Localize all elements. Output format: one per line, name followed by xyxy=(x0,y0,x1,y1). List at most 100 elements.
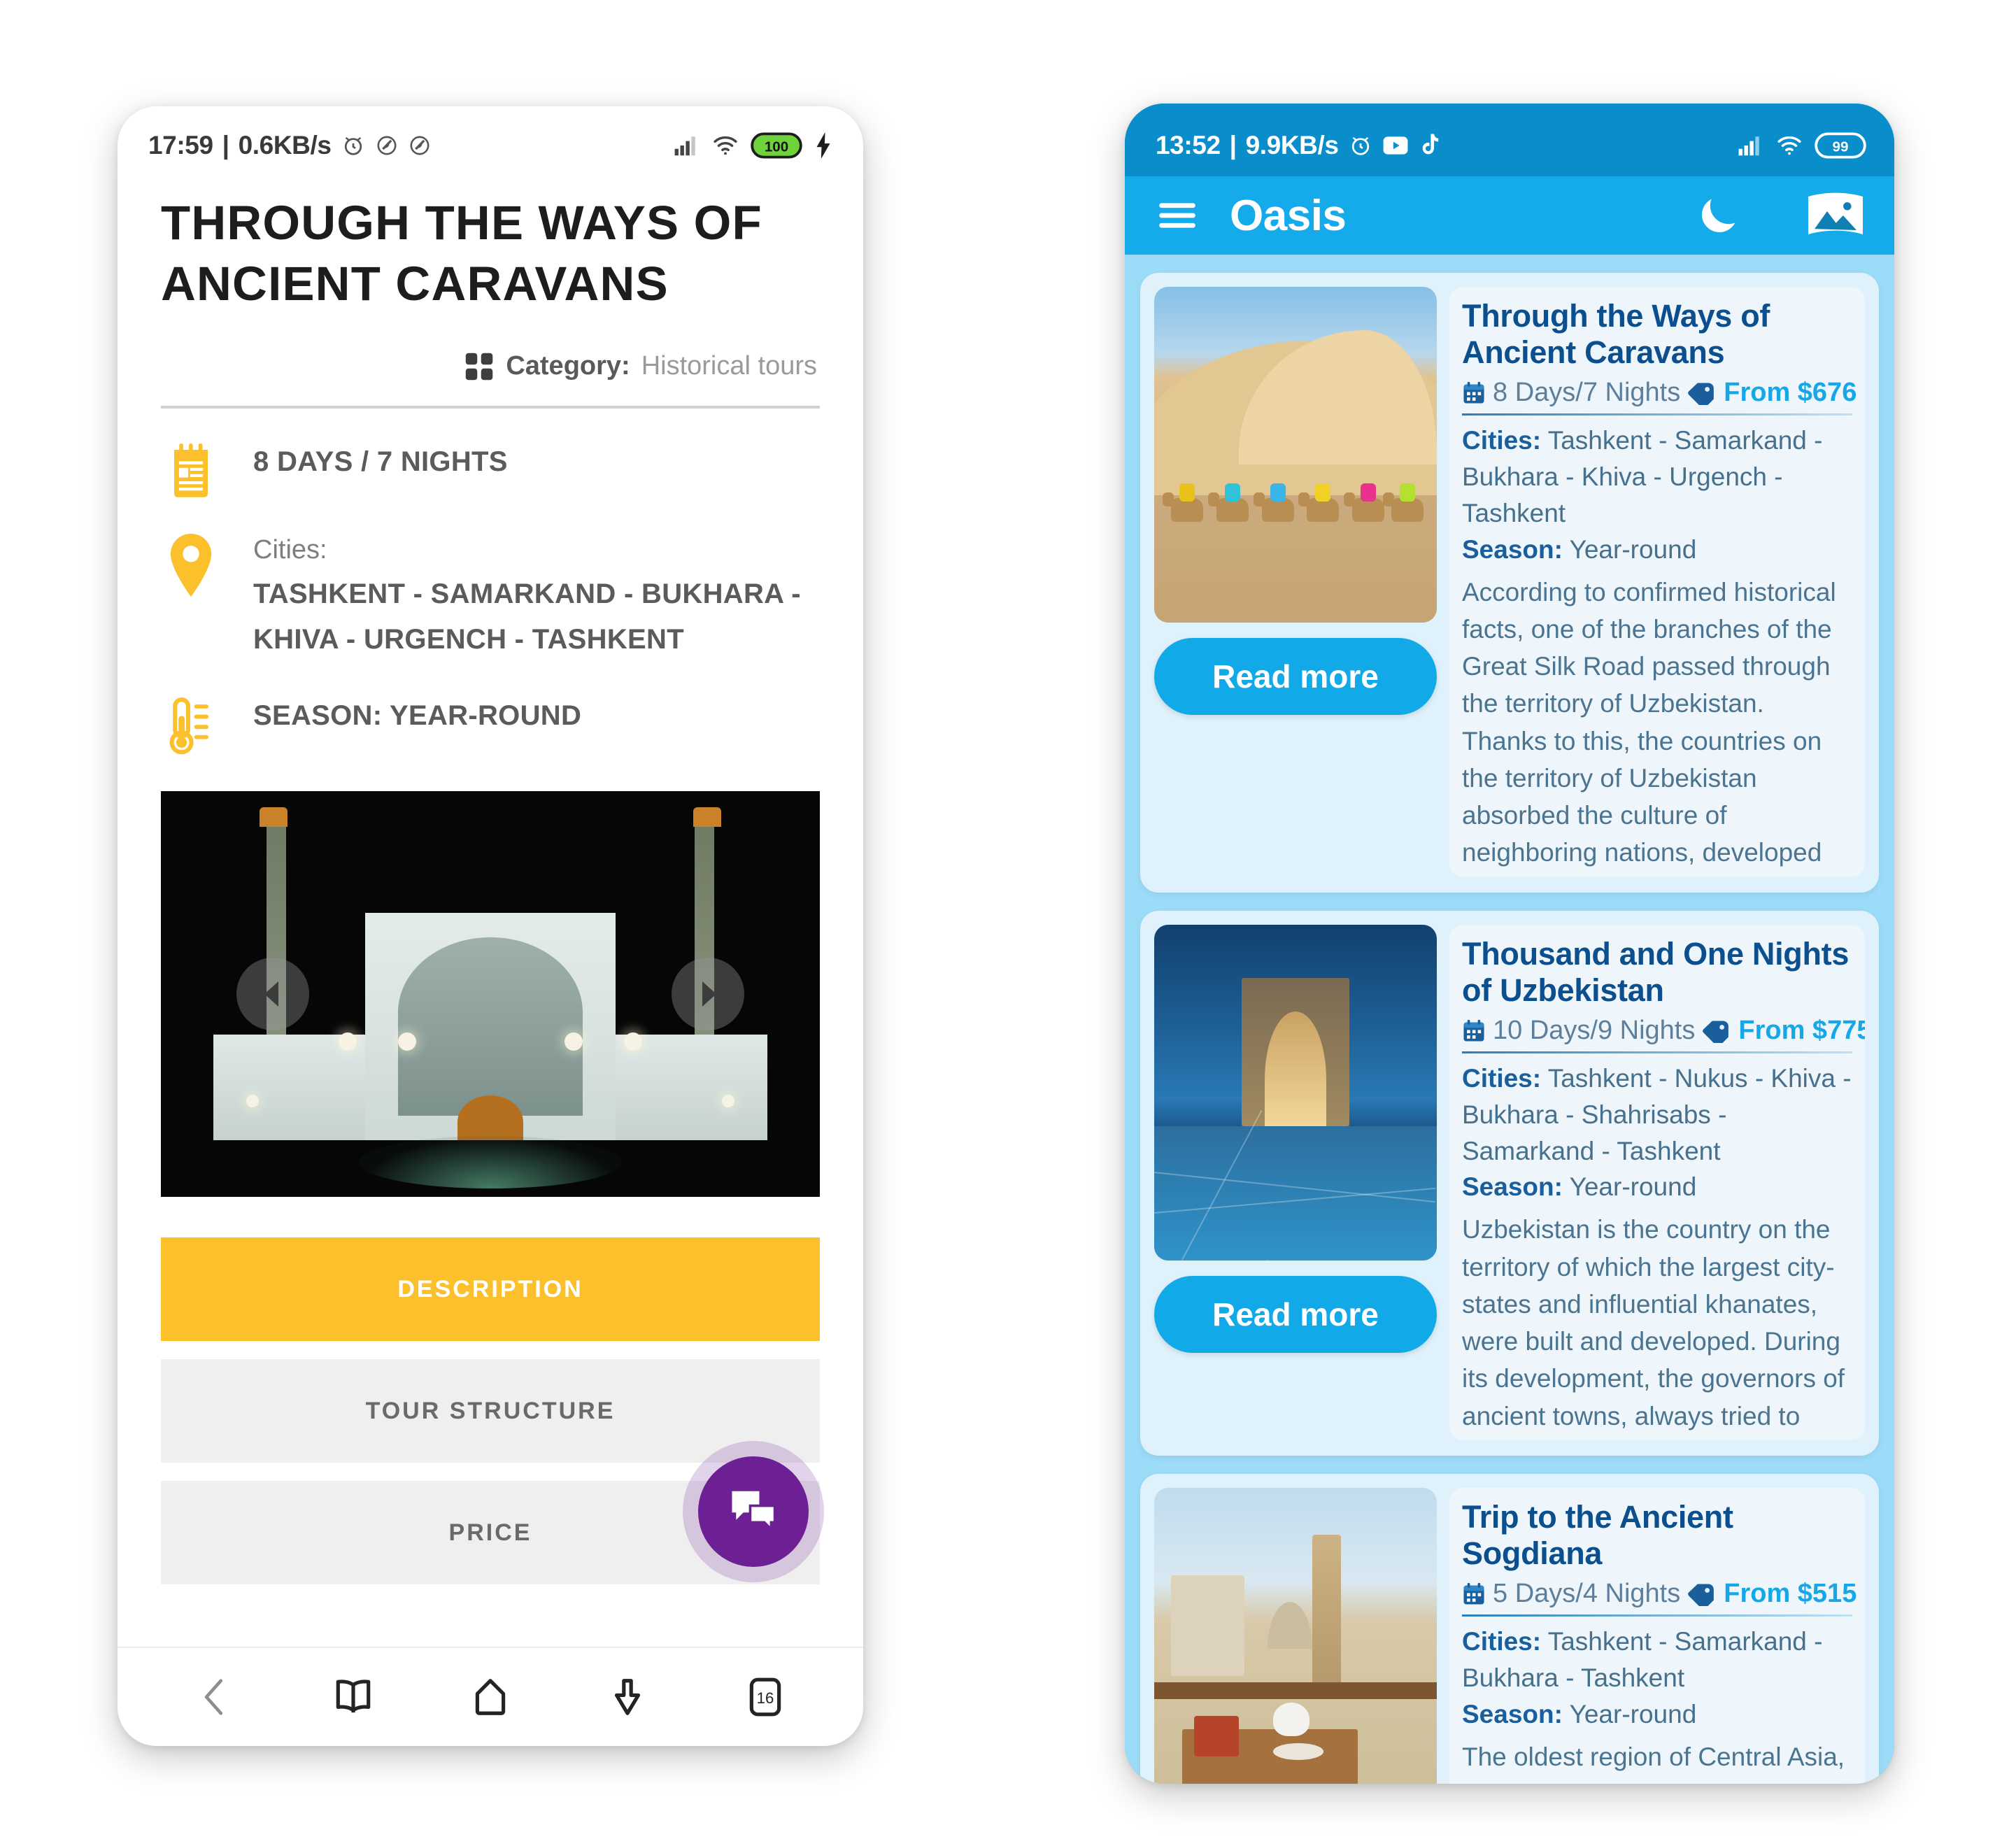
card-price-group: From $775 xyxy=(1702,1016,1865,1046)
info-season-text: SEASON: YEAR-ROUND xyxy=(253,700,582,732)
home-icon[interactable] xyxy=(469,1675,512,1719)
card-description: According to confirmed historical facts,… xyxy=(1462,577,1836,867)
read-more-button[interactable]: Read more xyxy=(1154,638,1437,715)
gallery-prev-button[interactable] xyxy=(236,958,309,1031)
chevron-right-icon xyxy=(691,977,725,1011)
category-row: Category: Historical tours xyxy=(161,351,820,382)
card-season-value: Year-round xyxy=(1569,1699,1697,1728)
svg-text:100: 100 xyxy=(765,139,788,155)
tab-tour-structure[interactable]: TOUR STRUCTURE xyxy=(161,1359,820,1463)
desert-camel-caravan-image xyxy=(1154,287,1437,623)
dark-mode-toggle[interactable] xyxy=(1694,191,1743,240)
card-thumbnail[interactable] xyxy=(1154,1487,1437,1784)
phone-right: 13:52 | 9.9KB/s 99 Oasis Read more Throu… xyxy=(1125,104,1894,1784)
read-more-button[interactable]: Read more xyxy=(1154,1275,1437,1353)
card-meta-row: 8 Days/7 Nights From $676 xyxy=(1462,378,1857,408)
card-media-column: Read more xyxy=(1154,1487,1437,1784)
tour-card[interactable]: Read more Trip to the Ancient Sogdiana xyxy=(1140,1473,1879,1784)
price-tag-icon xyxy=(1687,381,1715,405)
mute-icon xyxy=(408,134,432,157)
category-label: Category: xyxy=(506,351,630,381)
card-body: Trip to the Ancient Sogdiana 5 Days/4 Ni… xyxy=(1449,1487,1865,1784)
tabs-count-icon[interactable]: 16 xyxy=(744,1675,787,1719)
tiktok-icon xyxy=(1418,133,1440,158)
card-description: Uzbekistan is the country on the territo… xyxy=(1462,1215,1845,1430)
card-rule xyxy=(1462,413,1852,416)
battery-icon: 99 xyxy=(1815,132,1866,159)
mute-icon xyxy=(375,134,399,157)
status-network-speed: 0.6KB/s xyxy=(238,131,332,159)
card-title: Through the Ways of Ancient Caravans xyxy=(1462,298,1770,371)
price-tag-icon xyxy=(1687,1582,1715,1606)
svg-text:99: 99 xyxy=(1833,139,1849,155)
tour-card[interactable]: Read more Thousand and One Nights of Uzb… xyxy=(1140,910,1879,1456)
download-arrow-icon[interactable] xyxy=(606,1675,649,1719)
calendar-icon xyxy=(1462,1019,1486,1043)
gallery-button[interactable] xyxy=(1806,192,1865,239)
tour-gallery[interactable] xyxy=(161,791,820,1198)
status-left-group: 17:59 | 0.6KB/s xyxy=(148,131,432,160)
thermometer-icon xyxy=(161,693,221,755)
chevron-left-icon xyxy=(256,977,290,1011)
status-network-speed: 9.9KB/s xyxy=(1245,131,1339,159)
left-status-bar: 17:59 | 0.6KB/s 100 xyxy=(118,106,863,173)
card-season-label: Season: xyxy=(1462,1699,1563,1728)
card-thumbnail[interactable] xyxy=(1154,287,1437,623)
youtube-icon xyxy=(1382,135,1409,156)
tour-card[interactable]: Read more Through the Ways of Ancient Ca… xyxy=(1140,273,1879,893)
card-season-value: Year-round xyxy=(1569,534,1697,564)
card-season-line: Season: Year-round xyxy=(1462,1169,1852,1205)
calendar-icon xyxy=(1462,1582,1486,1606)
bukhara-terrace-view-image xyxy=(1154,1487,1437,1784)
card-media-column: Read more xyxy=(1154,924,1437,1440)
card-body: Thousand and One Nights of Uzbekistan 10… xyxy=(1449,924,1865,1440)
card-price-group: From $515 xyxy=(1687,1579,1857,1609)
status-left-group: 13:52 | 9.9KB/s xyxy=(1156,131,1440,160)
wifi-icon xyxy=(1776,134,1803,157)
book-icon[interactable] xyxy=(332,1675,375,1719)
app-title: Oasis xyxy=(1230,191,1347,240)
card-body: Through the Ways of Ancient Caravans 8 D… xyxy=(1449,287,1865,877)
info-row-season: SEASON: YEAR-ROUND xyxy=(161,693,820,755)
screenshot-canvas: 17:59 | 0.6KB/s 100 THROUGH THE WAYS OF … xyxy=(0,0,2016,1846)
card-cities-line: Cities: Tashkent - Samarkand - Bukhara -… xyxy=(1462,1624,1852,1696)
gallery-next-button[interactable] xyxy=(672,958,744,1031)
phone-left: 17:59 | 0.6KB/s 100 THROUGH THE WAYS OF … xyxy=(118,106,863,1746)
card-cities-label: Cities: xyxy=(1462,1627,1542,1656)
map-pin-icon xyxy=(161,529,221,597)
chat-fab-button[interactable] xyxy=(698,1456,809,1567)
tour-list[interactable]: Read more Through the Ways of Ancient Ca… xyxy=(1125,255,1894,1784)
charging-bolt-icon xyxy=(814,132,832,159)
card-season-line: Season: Year-round xyxy=(1462,532,1852,568)
status-time: 17:59 xyxy=(148,131,213,159)
card-season-label: Season: xyxy=(1462,534,1563,564)
card-price: From $515 xyxy=(1724,1579,1857,1609)
card-season-value: Year-round xyxy=(1569,1172,1697,1202)
category-value[interactable]: Historical tours xyxy=(641,351,817,381)
card-title: Trip to the Ancient Sogdiana xyxy=(1462,1498,1733,1572)
info-cities-text: TASHKENT - SAMARKAND - BUKHARA - KHIVA -… xyxy=(253,578,801,655)
registan-blue-hour-image xyxy=(1154,924,1437,1261)
svg-text:16: 16 xyxy=(756,1689,774,1707)
hamburger-menu-icon[interactable] xyxy=(1156,194,1199,237)
wifi-icon xyxy=(712,134,739,157)
info-cities-label: Cities: xyxy=(253,534,327,565)
card-thumbnail[interactable] xyxy=(1154,924,1437,1261)
card-price: From $775 xyxy=(1738,1016,1865,1046)
card-duration: 8 Days/7 Nights xyxy=(1493,378,1681,408)
alarm-clock-icon xyxy=(341,133,366,158)
card-cities-label: Cities: xyxy=(1462,426,1542,455)
status-time: 13:52 xyxy=(1156,131,1221,159)
signal-bars-icon xyxy=(1738,134,1764,157)
card-rule xyxy=(1462,1614,1852,1617)
signal-bars-icon xyxy=(674,134,700,157)
status-right-group: 100 xyxy=(674,132,832,159)
card-meta-row: 5 Days/4 Nights From $515 xyxy=(1462,1579,1857,1609)
card-description: The oldest region of Central Asia, Sogdi… xyxy=(1462,1742,1845,1784)
card-duration: 10 Days/9 Nights xyxy=(1493,1016,1696,1046)
tab-description[interactable]: DESCRIPTION xyxy=(161,1237,820,1342)
card-cities-line: Cities: Tashkent - Samarkand - Bukhara -… xyxy=(1462,423,1852,531)
info-row-cities: Cities: TASHKENT - SAMARKAND - BUKHARA -… xyxy=(161,529,820,662)
back-chevron-icon[interactable] xyxy=(194,1675,237,1719)
card-cities-line: Cities: Tashkent - Nukus - Khiva - Bukha… xyxy=(1462,1060,1852,1169)
